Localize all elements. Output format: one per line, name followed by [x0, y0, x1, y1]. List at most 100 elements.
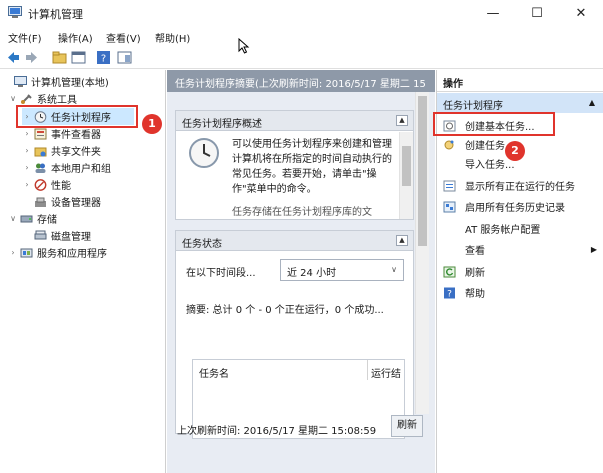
- clock-icon: [189, 138, 219, 168]
- tree-item-storage[interactable]: ∨ 存储: [8, 210, 57, 227]
- svg-text:?: ?: [447, 289, 452, 299]
- tree-label: 本地用户和组: [51, 164, 111, 175]
- tree-label: 共享文件夹: [51, 147, 101, 158]
- action-refresh[interactable]: 刷新: [443, 263, 485, 280]
- last-refresh-time: 上次刷新时间: 2016/5/17 星期二 15:08:59: [177, 426, 377, 437]
- forward-arrow-icon[interactable]: [24, 50, 39, 65]
- tree-item-shared-folders[interactable]: › 共享文件夹: [22, 142, 101, 159]
- action-enable-history[interactable]: 启用所有任务历史记录: [443, 198, 565, 215]
- task-status-title: 任务状态: [182, 239, 222, 250]
- tree-label: 性能: [51, 181, 71, 192]
- scrollbar-thumb[interactable]: [402, 146, 411, 186]
- tree-label: 计算机管理(本地): [31, 78, 109, 89]
- tree-item-computer-management[interactable]: 计算机管理(本地): [2, 73, 109, 90]
- menu-file[interactable]: 文件(F): [8, 30, 42, 45]
- window-title: 计算机管理: [28, 8, 83, 21]
- actions-header: 操作: [437, 70, 603, 92]
- performance-icon: [34, 178, 47, 191]
- overview-more-text: 任务存储在任务计划程序库的文: [232, 207, 372, 218]
- minimize-button[interactable]: —: [471, 0, 515, 26]
- column-task-name[interactable]: 任务名: [199, 365, 229, 380]
- expand-icon[interactable]: ›: [22, 146, 32, 155]
- action-import-task[interactable]: 导入任务...: [443, 155, 515, 172]
- tree-item-local-users-groups[interactable]: › 本地用户和组: [22, 159, 111, 176]
- create-task-icon: [444, 140, 454, 149]
- maximize-button[interactable]: ☐: [515, 0, 559, 26]
- up-folder-icon[interactable]: [52, 50, 67, 65]
- system-tools-icon: [21, 93, 32, 104]
- task-status-header[interactable]: 任务状态 ▲: [176, 231, 413, 251]
- overview-description: 可以使用任务计划程序来创建和管理计算机将在所指定的时间自动执行的常见任务。若要开…: [232, 139, 392, 195]
- expand-icon[interactable]: ›: [22, 129, 32, 138]
- disk-management-icon: [34, 230, 47, 239]
- column-divider[interactable]: [367, 360, 368, 380]
- menu-view[interactable]: 查看(V): [106, 30, 141, 45]
- refresh-icon: [443, 266, 456, 277]
- help-icon[interactable]: ?: [96, 50, 111, 65]
- action-view[interactable]: 查看 ▶: [443, 241, 597, 258]
- close-button[interactable]: ✕: [559, 0, 603, 26]
- collapse-up-icon[interactable]: ▲: [589, 98, 595, 107]
- submenu-arrow-icon: ▶: [590, 245, 597, 254]
- menu-bar: 文件(F) 操作(A) 查看(V) 帮助(H): [0, 27, 603, 46]
- period-select[interactable]: 近 24 小时 ∨: [280, 259, 404, 281]
- action-help[interactable]: ? 帮助: [443, 284, 485, 301]
- period-value: 近 24 小时: [287, 268, 337, 279]
- event-viewer-icon: [34, 128, 47, 139]
- summary-scrollbar[interactable]: [415, 92, 429, 414]
- navigation-tree: 计算机管理(本地) ∨ 系统工具 › 任务计划程序 › 事件查看器 › 共享文件…: [0, 70, 166, 473]
- menu-help[interactable]: 帮助(H): [155, 30, 190, 45]
- refresh-button[interactable]: 刷新: [391, 415, 423, 437]
- actions-section-task-scheduler[interactable]: 任务计划程序 ▲: [437, 93, 603, 113]
- shared-folder-icon: [34, 147, 47, 156]
- overview-title: 任务计划程序概述: [182, 119, 262, 130]
- task-status-panel: 任务状态 ▲ 在以下时间段... 近 24 小时 ∨ 摘要: 总计 0 个 - …: [175, 230, 414, 439]
- tree-label: 事件查看器: [51, 130, 101, 141]
- action-label: 导入任务...: [465, 160, 515, 171]
- section-label: 任务计划程序: [443, 101, 503, 112]
- action-create-task[interactable]: 创建任务...: [443, 136, 515, 153]
- step-2-badge: 2: [505, 141, 525, 161]
- action-label: 帮助: [465, 289, 485, 300]
- back-arrow-icon[interactable]: [6, 50, 21, 65]
- overview-panel-header[interactable]: 任务计划程序概述 ▲: [176, 111, 413, 131]
- show-action-pane-icon[interactable]: [117, 50, 132, 65]
- tree-label: 磁盘管理: [51, 232, 91, 243]
- toolbar: ?: [0, 46, 603, 69]
- tree-item-services-applications[interactable]: › 服务和应用程序: [8, 244, 107, 261]
- collapse-icon[interactable]: ▲: [396, 115, 408, 126]
- running-tasks-icon: [443, 180, 456, 191]
- period-label: 在以下时间段...: [186, 268, 256, 279]
- summary-pane: 任务计划程序摘要(上次刷新时间: 2016/5/17 星期二 15 任务计划程序…: [167, 70, 435, 473]
- computer-management-icon: [14, 75, 27, 87]
- tree-label: 服务和应用程序: [37, 249, 107, 260]
- device-manager-icon: [35, 197, 46, 207]
- summary-header: 任务计划程序摘要(上次刷新时间: 2016/5/17 星期二 15: [167, 70, 435, 92]
- action-show-running-tasks[interactable]: 显示所有正在运行的任务: [443, 177, 575, 194]
- overview-panel: 任务计划程序概述 ▲ 可以使用任务计划程序来创建和管理计算机将在所指定的时间自动…: [175, 110, 414, 220]
- expand-icon[interactable]: ›: [22, 180, 32, 189]
- tree-item-disk-management[interactable]: 磁盘管理: [32, 227, 91, 244]
- tree-label: 设备管理器: [51, 198, 101, 209]
- expand-icon[interactable]: ∨: [8, 94, 18, 103]
- storage-icon: [20, 215, 33, 222]
- users-icon: [35, 163, 46, 173]
- tree-label: 系统工具: [37, 95, 77, 106]
- column-run-result[interactable]: 运行结: [371, 365, 401, 380]
- expand-icon[interactable]: ›: [8, 248, 18, 257]
- tree-item-performance[interactable]: › 性能: [22, 176, 71, 193]
- services-icon: [20, 248, 33, 257]
- action-label: 刷新: [465, 268, 485, 279]
- tree-item-device-manager[interactable]: 设备管理器: [32, 193, 101, 210]
- help-icon: ?: [444, 287, 455, 299]
- collapse-icon[interactable]: ▲: [396, 235, 408, 246]
- action-at-account-config[interactable]: AT 服务帐户配置: [443, 220, 540, 237]
- menu-action[interactable]: 操作(A): [58, 30, 93, 45]
- scrollbar-thumb[interactable]: [418, 96, 427, 246]
- expand-icon[interactable]: ∨: [8, 214, 18, 223]
- highlight-task-scheduler: [16, 105, 138, 128]
- action-label: 显示所有正在运行的任务: [465, 182, 575, 193]
- expand-icon[interactable]: ›: [22, 163, 32, 172]
- overview-scrollbar[interactable]: [399, 132, 413, 219]
- show-hide-tree-icon[interactable]: [71, 50, 86, 65]
